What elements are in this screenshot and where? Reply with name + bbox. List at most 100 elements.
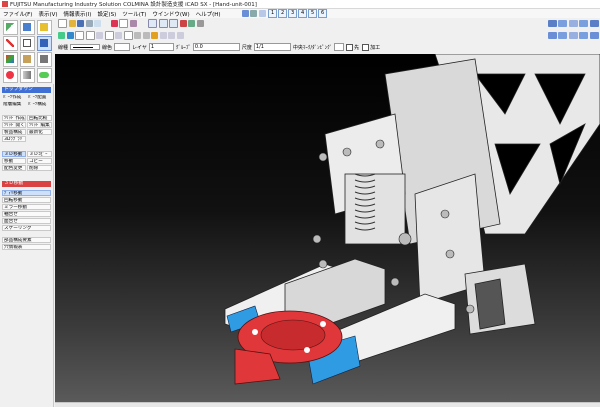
select-icon[interactable] bbox=[37, 36, 52, 51]
hole-info-button[interactable]: 穴情報表 bbox=[2, 244, 51, 250]
frame-icon[interactable] bbox=[75, 30, 84, 40]
zoom-out-icon[interactable] bbox=[158, 18, 168, 28]
parts-structure-button[interactable]: ﾊﾟｰﾂ構成 bbox=[27, 102, 52, 108]
highlight-icon[interactable] bbox=[151, 31, 158, 39]
line-icon[interactable] bbox=[123, 30, 133, 40]
view-front-icon[interactable] bbox=[547, 31, 557, 39]
cross-icon[interactable] bbox=[85, 30, 95, 40]
group-select[interactable]: 0.0 bbox=[192, 43, 240, 51]
change-color-button[interactable]: 配色変更 bbox=[2, 165, 26, 171]
rect-icon[interactable] bbox=[104, 30, 114, 40]
preview-icon[interactable] bbox=[94, 19, 101, 27]
line-type-select[interactable] bbox=[70, 44, 101, 50]
surface-icon[interactable] bbox=[20, 52, 35, 67]
view-side-icon[interactable] bbox=[568, 31, 578, 39]
dim-icon[interactable] bbox=[168, 31, 175, 39]
menu-info[interactable]: 情報表示(I) bbox=[61, 10, 95, 18]
zoom-window-icon[interactable] bbox=[169, 18, 178, 28]
window-cascade-icon[interactable] bbox=[558, 19, 567, 27]
check-process-checkbox[interactable] bbox=[362, 43, 370, 51]
window-tile-icon[interactable] bbox=[547, 19, 557, 27]
redo-icon[interactable] bbox=[250, 10, 258, 17]
view-shade-icon[interactable] bbox=[589, 31, 599, 39]
align-axis-button[interactable]: 軸合せ bbox=[2, 211, 51, 217]
component-icon[interactable] bbox=[3, 68, 18, 83]
dimension-icon[interactable] bbox=[20, 36, 35, 51]
menu-view[interactable]: 表示(V) bbox=[35, 10, 60, 18]
update-button[interactable]: 最新化 bbox=[27, 129, 52, 135]
move-button[interactable]: 移動 bbox=[2, 158, 26, 164]
solid-create-button[interactable]: ｿﾘｯﾄﾞ作成 bbox=[2, 115, 26, 121]
solid-edit-button[interactable]: ｿﾘｯﾄﾞ編集 bbox=[27, 122, 52, 128]
window-layout-icon[interactable] bbox=[579, 19, 588, 27]
copy-icon[interactable] bbox=[119, 18, 128, 28]
new-file-icon[interactable] bbox=[58, 18, 67, 28]
color-icon[interactable] bbox=[20, 68, 35, 83]
pan-icon[interactable] bbox=[188, 19, 195, 27]
cut-icon[interactable] bbox=[110, 19, 118, 27]
line-color-select[interactable] bbox=[114, 43, 131, 51]
3d-move-button[interactable]: ３Ｄ移動 bbox=[2, 151, 26, 157]
scale-select[interactable]: 1/1 bbox=[253, 43, 291, 51]
rotate-move-button[interactable]: 回転移動 bbox=[2, 197, 51, 203]
pencil-icon[interactable] bbox=[3, 36, 18, 51]
print-icon[interactable] bbox=[85, 19, 93, 27]
sketch-icon[interactable] bbox=[3, 20, 18, 35]
menu-settings[interactable]: 設定(S) bbox=[94, 10, 119, 18]
3d-library-button[interactable]: 3Dﾗﾌﾞﾗﾘ bbox=[2, 136, 26, 142]
toggle-icon[interactable] bbox=[37, 68, 52, 83]
window-split-icon[interactable] bbox=[568, 19, 578, 27]
move-direct-button[interactable]: ﾃﾞｨﾘ移動 bbox=[2, 190, 51, 196]
centerline-select[interactable] bbox=[334, 43, 345, 51]
delete-button[interactable]: 削除 bbox=[27, 165, 52, 171]
zoom-in-icon[interactable] bbox=[148, 18, 157, 28]
section-top-down[interactable]: トップダウン bbox=[2, 87, 51, 93]
rotate-compare-button[interactable]: 回転比較 bbox=[27, 115, 52, 121]
solid-open-button[interactable]: ｿﾘｯﾄﾞ開く bbox=[2, 122, 26, 128]
text-icon[interactable] bbox=[159, 31, 167, 39]
view-slot-6[interactable]: 6 bbox=[318, 9, 328, 18]
edit-icon[interactable] bbox=[20, 20, 35, 35]
check-first-checkbox[interactable] bbox=[346, 43, 354, 51]
assembly-icon[interactable] bbox=[37, 52, 52, 67]
edit-hierarchy-button[interactable]: 階層編集 bbox=[2, 102, 26, 108]
view-slot-2[interactable]: 2 bbox=[278, 9, 288, 18]
save-icon[interactable] bbox=[77, 19, 84, 27]
fit-icon[interactable] bbox=[179, 19, 187, 27]
3d-copy-button[interactable]: ３Ｄｺﾋﾟｰ bbox=[27, 151, 52, 157]
view-top-icon[interactable] bbox=[558, 31, 567, 39]
swap-icon[interactable] bbox=[258, 10, 266, 17]
view-iso-icon[interactable] bbox=[579, 31, 588, 39]
grid-icon[interactable] bbox=[66, 31, 74, 39]
scaling-button[interactable]: スケーリング bbox=[2, 225, 51, 231]
layer-select[interactable]: 1 bbox=[148, 43, 174, 51]
view-slot-3[interactable]: 3 bbox=[288, 9, 298, 18]
mirror-move-button[interactable]: ミラー移動 bbox=[2, 204, 51, 210]
measure-icon[interactable] bbox=[142, 31, 150, 39]
menu-tools[interactable]: ツール(T) bbox=[119, 10, 149, 18]
menu-file[interactable]: ファイル(F) bbox=[0, 10, 35, 18]
3d-viewport[interactable] bbox=[55, 54, 600, 402]
view-slot-5[interactable]: 5 bbox=[308, 9, 318, 18]
product-structure-button[interactable]: 製品構成 bbox=[2, 129, 26, 135]
window-grid-icon[interactable] bbox=[589, 19, 599, 27]
menu-help[interactable]: ヘルプ(H) bbox=[193, 10, 224, 18]
align-face-button[interactable]: 面合せ bbox=[2, 218, 51, 224]
solid-cube-icon[interactable] bbox=[3, 52, 18, 67]
view-slot-4[interactable]: 4 bbox=[298, 9, 308, 18]
copy-button[interactable]: コピー bbox=[27, 158, 52, 164]
create-parts-button[interactable]: ﾊﾟｰﾂ作成 bbox=[2, 95, 26, 101]
undo-icon[interactable] bbox=[241, 10, 249, 17]
paste-icon[interactable] bbox=[129, 19, 137, 27]
section-3d-move[interactable]: ３Ｄ移動 bbox=[2, 181, 51, 187]
menu-window[interactable]: ウインドウ(W) bbox=[149, 10, 192, 18]
view-slot-1[interactable]: 1 bbox=[268, 9, 278, 18]
open-folder-icon[interactable] bbox=[68, 19, 76, 27]
place-parts-button[interactable]: ﾊﾟｰﾂ配置 bbox=[27, 95, 52, 101]
refresh-icon[interactable] bbox=[196, 19, 204, 27]
snap-icon[interactable] bbox=[96, 31, 103, 39]
layer-icon[interactable] bbox=[58, 31, 65, 39]
arrow-icon[interactable] bbox=[134, 31, 141, 39]
note-icon[interactable] bbox=[37, 20, 52, 35]
circle-icon[interactable] bbox=[115, 31, 122, 39]
